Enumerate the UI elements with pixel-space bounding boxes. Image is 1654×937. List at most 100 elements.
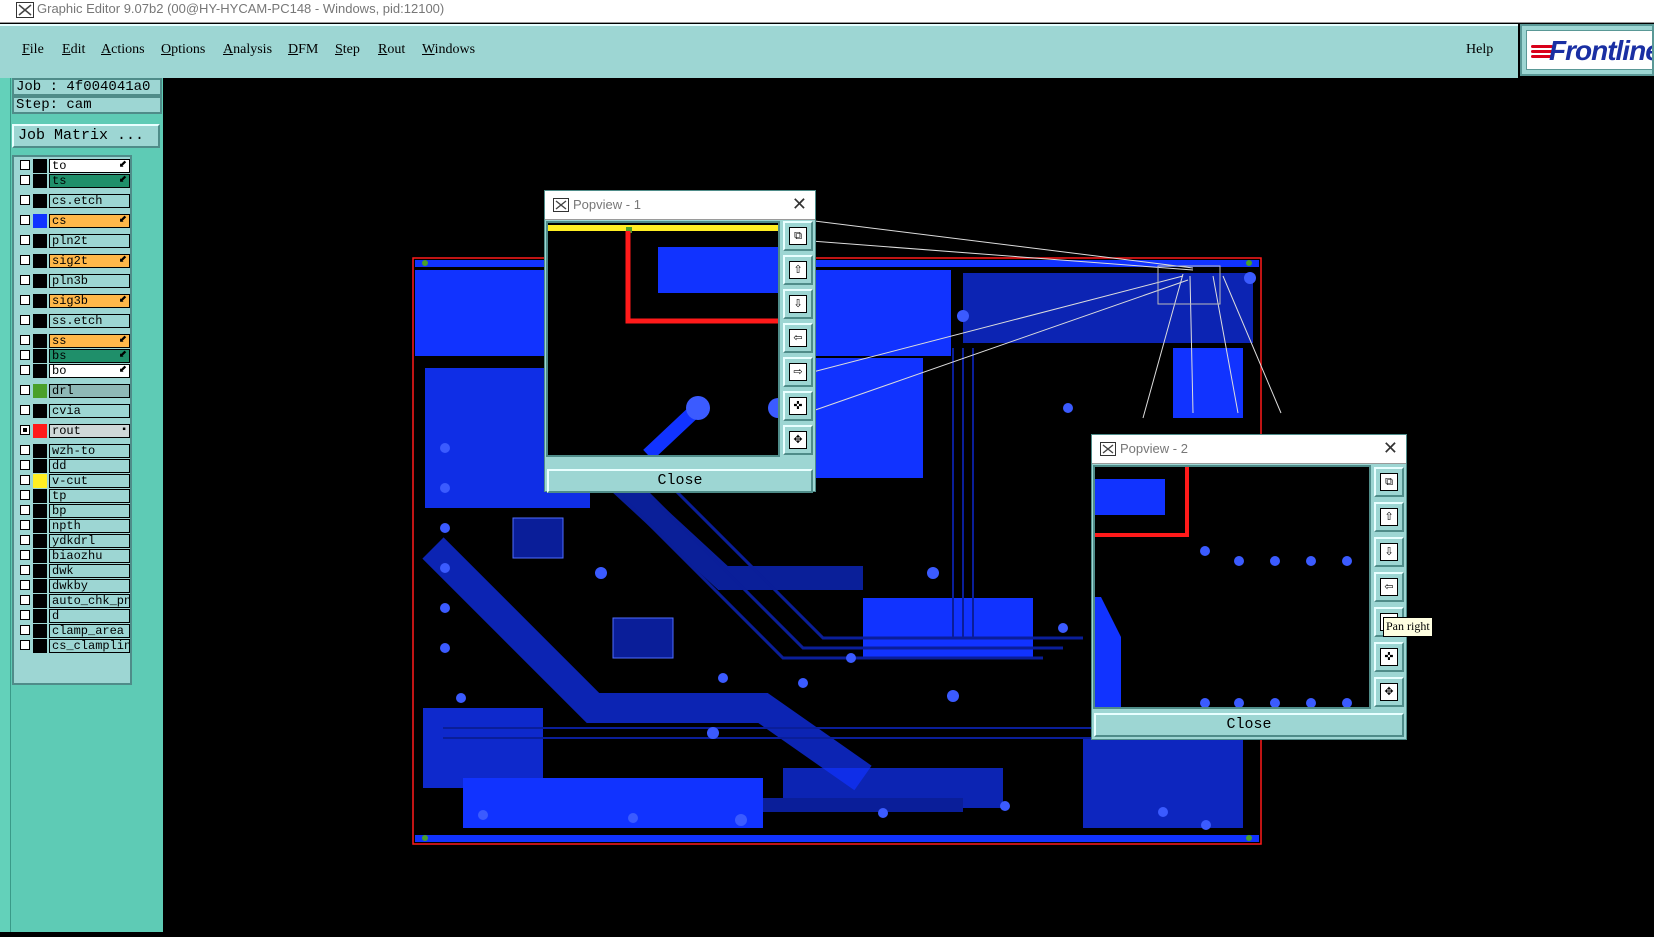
layer-row-auto_chk_pnl[interactable]: auto_chk_pnl <box>16 594 130 608</box>
popview-2-viewport[interactable] <box>1093 465 1371 709</box>
layer-name[interactable]: clamp_area <box>49 624 130 638</box>
popview-2-close-button[interactable]: Close <box>1094 713 1404 737</box>
layer-name[interactable]: ydkdrl <box>49 534 130 548</box>
popview-1-zoom-in-button[interactable]: ✜ <box>783 391 813 421</box>
layer-row-ydkdrl[interactable]: ydkdrl <box>16 534 130 548</box>
popview-1-close-button[interactable]: Close <box>547 469 813 493</box>
layer-checkbox[interactable] <box>20 565 30 575</box>
menu-rout[interactable]: Rout <box>378 42 405 58</box>
layer-row-ss[interactable]: ss ⬋ <box>16 334 130 348</box>
layer-name[interactable]: bp <box>49 504 130 518</box>
menu-file[interactable]: File <box>22 42 44 58</box>
layer-checkbox[interactable] <box>20 275 30 285</box>
menu-dfm[interactable]: DFM <box>288 42 318 58</box>
layer-checkbox[interactable] <box>20 475 30 485</box>
layer-color-swatch[interactable] <box>33 624 47 638</box>
layer-name[interactable]: wzh-to <box>49 444 130 458</box>
layer-name[interactable]: cs_clampline <box>49 639 130 653</box>
popview-1-pan-right-button[interactable]: ⇨ <box>783 357 813 387</box>
layer-name[interactable]: ss ⬋ <box>49 334 130 348</box>
layer-row-cs_clampline[interactable]: cs_clampline <box>16 639 130 653</box>
layer-checkbox[interactable] <box>20 625 30 635</box>
layer-checkbox[interactable] <box>20 425 30 435</box>
layer-color-swatch[interactable] <box>33 489 47 503</box>
layer-checkbox[interactable] <box>20 550 30 560</box>
popview-2-titlebar[interactable]: Popview - 2 ✕ <box>1092 435 1406 464</box>
layer-color-swatch[interactable] <box>33 234 47 248</box>
layer-name[interactable]: sig3b ⬋ <box>49 294 130 308</box>
layer-row-dd[interactable]: dd <box>16 459 130 473</box>
layer-name[interactable]: dwk <box>49 564 130 578</box>
layer-checkbox[interactable] <box>20 160 30 170</box>
layer-color-swatch[interactable] <box>33 609 47 623</box>
menu-analysis[interactable]: Analysis <box>223 42 272 58</box>
layer-name[interactable]: v-cut <box>49 474 130 488</box>
layer-name[interactable]: d <box>49 609 130 623</box>
menu-help[interactable]: Help <box>1466 42 1493 58</box>
layer-row-sig2t[interactable]: sig2t ⬋ <box>16 254 130 268</box>
popview-1-zoom-out-button[interactable]: ✥ <box>783 425 813 455</box>
layer-checkbox[interactable] <box>20 365 30 375</box>
popview-2-zoom-fit-button[interactable]: ⧉ <box>1374 467 1404 497</box>
layer-color-swatch[interactable] <box>33 639 47 653</box>
layer-name[interactable]: tp <box>49 489 130 503</box>
layer-color-swatch[interactable] <box>33 549 47 563</box>
layer-color-swatch[interactable] <box>33 314 47 328</box>
layer-row-v-cut[interactable]: v-cut <box>16 474 130 488</box>
layer-color-swatch[interactable] <box>33 474 47 488</box>
layer-row-dwk[interactable]: dwk <box>16 564 130 578</box>
layer-color-swatch[interactable] <box>33 349 47 363</box>
layer-checkbox[interactable] <box>20 580 30 590</box>
layer-checkbox[interactable] <box>20 405 30 415</box>
menu-step[interactable]: Step <box>335 42 360 58</box>
layer-name[interactable]: cs ⬋ <box>49 214 130 228</box>
layer-color-swatch[interactable] <box>33 534 47 548</box>
layer-row-pln2t[interactable]: pln2t <box>16 234 130 248</box>
layer-row-cs.etch[interactable]: cs.etch <box>16 194 130 208</box>
layer-name[interactable]: cs.etch <box>49 194 130 208</box>
popview-1-titlebar[interactable]: Popview - 1 ✕ <box>545 191 815 220</box>
layer-checkbox[interactable] <box>20 460 30 470</box>
layer-color-swatch[interactable] <box>33 364 47 378</box>
layer-name[interactable]: drl <box>49 384 130 398</box>
popview-1-viewport[interactable] <box>546 221 780 457</box>
layer-color-swatch[interactable] <box>33 564 47 578</box>
layer-checkbox[interactable] <box>20 350 30 360</box>
layer-checkbox[interactable] <box>20 610 30 620</box>
popview-2-zoom-in-button[interactable]: ✜ <box>1374 642 1404 672</box>
layer-checkbox[interactable] <box>20 215 30 225</box>
layer-checkbox[interactable] <box>20 520 30 530</box>
layer-color-swatch[interactable] <box>33 504 47 518</box>
layer-row-ss.etch[interactable]: ss.etch <box>16 314 130 328</box>
layer-color-swatch[interactable] <box>33 424 47 438</box>
graphic-canvas[interactable] <box>163 78 1654 932</box>
layer-name[interactable]: rout ▪ <box>49 424 130 438</box>
popview-2-pan-up-button[interactable]: ⇧ <box>1374 502 1404 532</box>
layer-color-swatch[interactable] <box>33 159 47 173</box>
popview-2-pan-left-button[interactable]: ⇦ <box>1374 572 1404 602</box>
layer-checkbox[interactable] <box>20 535 30 545</box>
layer-checkbox[interactable] <box>20 505 30 515</box>
layer-color-swatch[interactable] <box>33 194 47 208</box>
layer-name[interactable]: ts ⬋ <box>49 174 130 188</box>
popview-1-zoom-fit-button[interactable]: ⧉ <box>783 221 813 251</box>
layer-color-swatch[interactable] <box>33 334 47 348</box>
layer-row-to[interactable]: to ⬋ <box>16 159 130 173</box>
layer-row-cvia[interactable]: cvia <box>16 404 130 418</box>
layer-checkbox[interactable] <box>20 335 30 345</box>
layer-color-swatch[interactable] <box>33 594 47 608</box>
popview-1-pan-up-button[interactable]: ⇧ <box>783 255 813 285</box>
menu-actions[interactable]: Actions <box>101 42 145 58</box>
layer-name[interactable]: cvia <box>49 404 130 418</box>
layer-color-swatch[interactable] <box>33 459 47 473</box>
menu-windows[interactable]: Windows <box>422 42 475 58</box>
layer-name[interactable]: dwkby <box>49 579 130 593</box>
layer-name[interactable]: auto_chk_pnl <box>49 594 130 608</box>
layer-name[interactable]: ss.etch <box>49 314 130 328</box>
layer-color-swatch[interactable] <box>33 519 47 533</box>
popview-1-window[interactable]: Popview - 1 ✕ ⧉ ⇧ ⇩ ⇦ ⇨ ✜ ✥ Close <box>544 190 816 493</box>
layer-row-bp[interactable]: bp <box>16 504 130 518</box>
popview-1-close-icon[interactable]: ✕ <box>792 194 807 215</box>
menu-edit[interactable]: Edit <box>62 42 85 58</box>
layer-row-bo[interactable]: bo ⬋ <box>16 364 130 378</box>
